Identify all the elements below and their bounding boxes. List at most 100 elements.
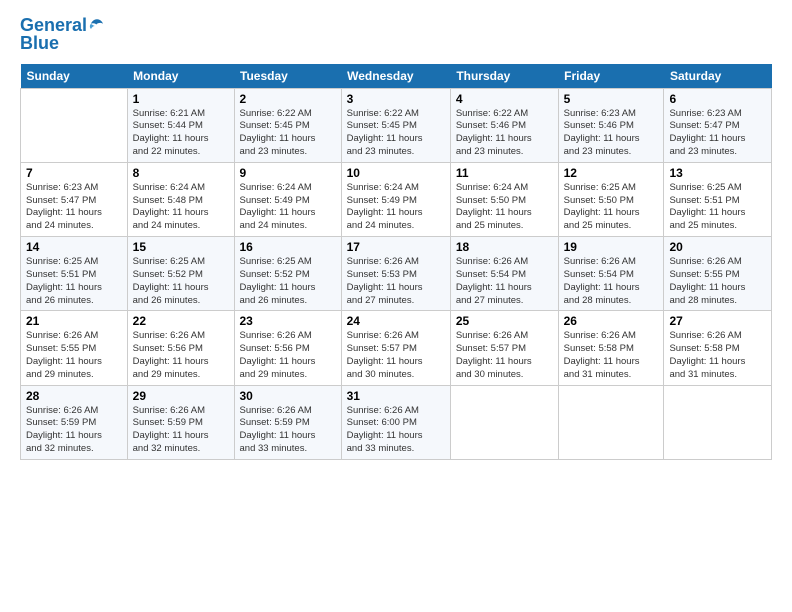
day-info: Sunrise: 6:24 AM Sunset: 5:48 PM Dayligh… — [133, 182, 229, 233]
column-header-thursday: Thursday — [450, 64, 558, 89]
day-cell: 11 Sunrise: 6:24 AM Sunset: 5:50 PM Dayli… — [450, 162, 558, 236]
day-info: Sunrise: 6:22 AM Sunset: 5:45 PM Dayligh… — [347, 108, 445, 159]
day-cell: 26 Sunrise: 6:26 AM Sunset: 5:58 PM Dayli… — [558, 311, 664, 385]
day-info: Sunrise: 6:26 AM Sunset: 5:58 PM Dayligh… — [564, 330, 659, 381]
day-number: 3 — [347, 92, 445, 106]
day-number: 30 — [240, 389, 336, 403]
day-info: Sunrise: 6:26 AM Sunset: 5:58 PM Dayligh… — [669, 330, 766, 381]
day-info: Sunrise: 6:24 AM Sunset: 5:49 PM Dayligh… — [240, 182, 336, 233]
day-cell: 23 Sunrise: 6:26 AM Sunset: 5:56 PM Dayli… — [234, 311, 341, 385]
day-info: Sunrise: 6:21 AM Sunset: 5:44 PM Dayligh… — [133, 108, 229, 159]
day-cell: 14 Sunrise: 6:25 AM Sunset: 5:51 PM Dayli… — [21, 237, 128, 311]
day-info: Sunrise: 6:26 AM Sunset: 5:54 PM Dayligh… — [456, 256, 553, 307]
day-cell — [450, 385, 558, 459]
day-cell: 5 Sunrise: 6:23 AM Sunset: 5:46 PM Daylig… — [558, 88, 664, 162]
day-cell: 8 Sunrise: 6:24 AM Sunset: 5:48 PM Daylig… — [127, 162, 234, 236]
day-number: 1 — [133, 92, 229, 106]
day-cell: 2Sunrise: 6:22 AM Sunset: 5:45 PM Daylig… — [234, 88, 341, 162]
day-cell: 31Sunrise: 6:26 AM Sunset: 6:00 PM Dayli… — [341, 385, 450, 459]
day-cell: 7 Sunrise: 6:23 AM Sunset: 5:47 PM Daylig… — [21, 162, 128, 236]
day-info: Sunrise: 6:22 AM Sunset: 5:45 PM Dayligh… — [240, 108, 336, 159]
day-info: Sunrise: 6:26 AM Sunset: 5:55 PM Dayligh… — [669, 256, 766, 307]
day-number: 13 — [669, 166, 766, 180]
day-info: Sunrise: 6:25 AM Sunset: 5:51 PM Dayligh… — [669, 182, 766, 233]
column-header-friday: Friday — [558, 64, 664, 89]
day-info: Sunrise: 6:26 AM Sunset: 5:59 PM Dayligh… — [240, 405, 336, 456]
day-info: Sunrise: 6:23 AM Sunset: 5:46 PM Dayligh… — [564, 108, 659, 159]
day-number: 15 — [133, 240, 229, 254]
day-info: Sunrise: 6:26 AM Sunset: 5:56 PM Dayligh… — [133, 330, 229, 381]
day-info: Sunrise: 6:24 AM Sunset: 5:50 PM Dayligh… — [456, 182, 553, 233]
column-header-sunday: Sunday — [21, 64, 128, 89]
day-info: Sunrise: 6:25 AM Sunset: 5:51 PM Dayligh… — [26, 256, 122, 307]
day-number: 28 — [26, 389, 122, 403]
day-info: Sunrise: 6:26 AM Sunset: 5:55 PM Dayligh… — [26, 330, 122, 381]
day-cell: 30 Sunrise: 6:26 AM Sunset: 5:59 PM Dayli… — [234, 385, 341, 459]
day-cell: 20 Sunrise: 6:26 AM Sunset: 5:55 PM Dayli… — [664, 237, 772, 311]
day-cell: 13 Sunrise: 6:25 AM Sunset: 5:51 PM Dayli… — [664, 162, 772, 236]
day-number: 17 — [347, 240, 445, 254]
day-number: 25 — [456, 314, 553, 328]
day-info: Sunrise: 6:26 AM Sunset: 5:53 PM Dayligh… — [347, 256, 445, 307]
day-info: Sunrise: 6:25 AM Sunset: 5:50 PM Dayligh… — [564, 182, 659, 233]
day-number: 22 — [133, 314, 229, 328]
day-cell: 21 Sunrise: 6:26 AM Sunset: 5:55 PM Dayli… — [21, 311, 128, 385]
day-number: 7 — [26, 166, 122, 180]
day-info: Sunrise: 6:26 AM Sunset: 5:57 PM Dayligh… — [347, 330, 445, 381]
day-number: 24 — [347, 314, 445, 328]
logo-text-line2: Blue — [20, 34, 106, 54]
day-number: 4 — [456, 92, 553, 106]
day-number: 23 — [240, 314, 336, 328]
week-row-3: 14 Sunrise: 6:25 AM Sunset: 5:51 PM Dayli… — [21, 237, 772, 311]
day-number: 21 — [26, 314, 122, 328]
day-number: 29 — [133, 389, 229, 403]
day-number: 27 — [669, 314, 766, 328]
week-row-5: 28 Sunrise: 6:26 AM Sunset: 5:59 PM Dayli… — [21, 385, 772, 459]
day-cell: 25 Sunrise: 6:26 AM Sunset: 5:57 PM Dayli… — [450, 311, 558, 385]
calendar-table: SundayMondayTuesdayWednesdayThursdayFrid… — [20, 64, 772, 460]
day-cell — [21, 88, 128, 162]
day-number: 10 — [347, 166, 445, 180]
day-cell: 10 Sunrise: 6:24 AM Sunset: 5:49 PM Dayli… — [341, 162, 450, 236]
day-cell: 29 Sunrise: 6:26 AM Sunset: 5:59 PM Dayli… — [127, 385, 234, 459]
day-cell — [664, 385, 772, 459]
day-number: 5 — [564, 92, 659, 106]
day-info: Sunrise: 6:26 AM Sunset: 5:54 PM Dayligh… — [564, 256, 659, 307]
day-cell: 27 Sunrise: 6:26 AM Sunset: 5:58 PM Dayli… — [664, 311, 772, 385]
day-info: Sunrise: 6:26 AM Sunset: 5:59 PM Dayligh… — [133, 405, 229, 456]
day-number: 14 — [26, 240, 122, 254]
logo-bird-icon — [88, 17, 106, 35]
week-row-4: 21 Sunrise: 6:26 AM Sunset: 5:55 PM Dayli… — [21, 311, 772, 385]
day-number: 9 — [240, 166, 336, 180]
day-cell: 17 Sunrise: 6:26 AM Sunset: 5:53 PM Dayli… — [341, 237, 450, 311]
page: General Blue SundayMondayTuesdayWednesda… — [0, 0, 792, 612]
header-row: SundayMondayTuesdayWednesdayThursdayFrid… — [21, 64, 772, 89]
logo: General Blue — [20, 16, 106, 54]
day-info: Sunrise: 6:26 AM Sunset: 5:59 PM Dayligh… — [26, 405, 122, 456]
day-info: Sunrise: 6:24 AM Sunset: 5:49 PM Dayligh… — [347, 182, 445, 233]
day-cell: 6 Sunrise: 6:23 AM Sunset: 5:47 PM Daylig… — [664, 88, 772, 162]
day-info: Sunrise: 6:26 AM Sunset: 5:56 PM Dayligh… — [240, 330, 336, 381]
column-header-wednesday: Wednesday — [341, 64, 450, 89]
day-number: 6 — [669, 92, 766, 106]
column-header-monday: Monday — [127, 64, 234, 89]
day-cell: 16Sunrise: 6:25 AM Sunset: 5:52 PM Dayli… — [234, 237, 341, 311]
day-number: 12 — [564, 166, 659, 180]
day-cell: 19Sunrise: 6:26 AM Sunset: 5:54 PM Dayli… — [558, 237, 664, 311]
day-cell: 22 Sunrise: 6:26 AM Sunset: 5:56 PM Dayli… — [127, 311, 234, 385]
day-number: 31 — [347, 389, 445, 403]
day-cell: 1 Sunrise: 6:21 AM Sunset: 5:44 PM Daylig… — [127, 88, 234, 162]
week-row-1: 1 Sunrise: 6:21 AM Sunset: 5:44 PM Daylig… — [21, 88, 772, 162]
column-header-saturday: Saturday — [664, 64, 772, 89]
day-number: 20 — [669, 240, 766, 254]
day-info: Sunrise: 6:23 AM Sunset: 5:47 PM Dayligh… — [669, 108, 766, 159]
day-cell: 12 Sunrise: 6:25 AM Sunset: 5:50 PM Dayli… — [558, 162, 664, 236]
day-info: Sunrise: 6:26 AM Sunset: 5:57 PM Dayligh… — [456, 330, 553, 381]
day-number: 8 — [133, 166, 229, 180]
day-number: 16 — [240, 240, 336, 254]
header: General Blue — [20, 16, 772, 54]
day-number: 26 — [564, 314, 659, 328]
day-cell: 28 Sunrise: 6:26 AM Sunset: 5:59 PM Dayli… — [21, 385, 128, 459]
day-info: Sunrise: 6:23 AM Sunset: 5:47 PM Dayligh… — [26, 182, 122, 233]
day-number: 11 — [456, 166, 553, 180]
